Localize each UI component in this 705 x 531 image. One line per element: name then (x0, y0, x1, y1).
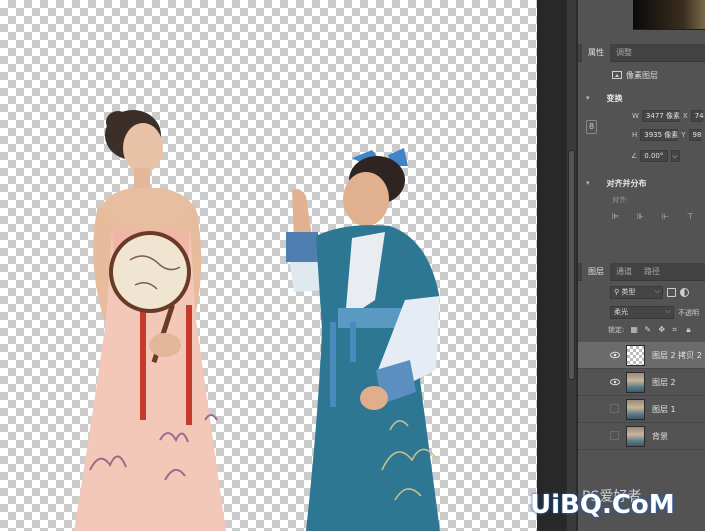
align-title: 对齐并分布 (606, 178, 647, 188)
girl-neck (134, 168, 150, 188)
tab-paths[interactable]: 路径 (638, 263, 666, 281)
gradient-preview (633, 0, 705, 30)
lock-label: 锁定: (608, 326, 625, 334)
right-panel: 属性 调整 像素图层 ▾ 变换 8 W 3477 像素 X 74 H 3935 … (578, 0, 705, 531)
layer-type-row: 像素图层 (578, 66, 705, 84)
filter-kind-select[interactable]: ⚲ 类型 (610, 286, 663, 299)
watermark-logo: UiBQ.CoM (530, 490, 675, 520)
align-center-icon[interactable]: ⊪ (637, 212, 644, 221)
y-field[interactable]: 98 (688, 129, 701, 141)
align-label-row: 对齐: (612, 195, 628, 205)
boy-belt-tassel-left (330, 322, 336, 407)
properties-tabs: 属性 调整 (578, 43, 705, 62)
search-icon: ⚲ (614, 288, 620, 296)
girl-hair-bun (106, 111, 130, 133)
layer-name: 背景 (652, 432, 668, 441)
layer-row[interactable]: 图层 2 拷贝 2 (578, 342, 705, 369)
angle-dropdown-icon[interactable]: ⌵ (671, 150, 681, 162)
lock-transparent-icon[interactable]: ▦ (630, 326, 638, 334)
layer-filter-row: ⚲ 类型 (610, 286, 689, 299)
tab-layers[interactable]: 图层 (582, 262, 610, 281)
lock-row: 锁定: ▦ ✎ ✥ ⌗ 🔒︎ (608, 325, 694, 335)
height-row: H 3935 像素 Y 98 (632, 129, 701, 141)
collapse-triangle-icon: ▾ (586, 94, 590, 102)
align-header[interactable]: ▾ 对齐并分布 (578, 175, 705, 191)
girl-red-ribbon-right (186, 305, 192, 425)
boy-belt-tassel-right (350, 322, 356, 362)
boy-raised-cuff (286, 232, 318, 262)
girl-face (123, 123, 163, 173)
transform-header[interactable]: ▾ 变换 (578, 90, 705, 106)
align-buttons: ⊫ ⊪ ⊩ ⊤ (612, 212, 694, 221)
canvas-gutter (537, 0, 565, 531)
layer-list: 图层 2 拷贝 2 图层 2 图层 1 背景 (578, 342, 705, 450)
pixel-layer-icon (612, 71, 622, 79)
eye-icon[interactable] (610, 350, 620, 360)
layer-name: 图层 2 (652, 378, 676, 387)
transform-title: 变换 (606, 93, 623, 103)
width-field[interactable]: 3477 像素 (641, 110, 680, 122)
canvas-vertical-scrollbar[interactable] (567, 0, 576, 531)
layer-thumbnail (626, 399, 645, 420)
canvas-figures (74, 110, 440, 531)
layer-thumbnail (626, 372, 645, 393)
layer-name: 图层 1 (652, 405, 676, 414)
filter-adjustment-icon[interactable] (680, 288, 689, 297)
boy-hand (360, 386, 388, 410)
collapse-triangle-icon: ▾ (586, 179, 590, 187)
align-left-icon[interactable]: ⊫ (612, 212, 619, 221)
girl-hands (149, 333, 181, 357)
x-field[interactable]: 74 (690, 110, 704, 122)
opacity-label: 不透明 (678, 308, 699, 317)
visibility-toggle[interactable] (610, 404, 619, 413)
angle-icon: ∠ (631, 152, 638, 160)
layer-name: 图层 2 拷贝 2 (652, 351, 702, 360)
angle-row: ∠ 0.00° ⌵ (631, 150, 681, 162)
angle-field[interactable]: 0.00° (640, 150, 669, 162)
layer-thumbnail (626, 426, 645, 447)
girl-red-ribbon-left (140, 310, 146, 420)
blend-row: 柔光 不透明 (610, 306, 699, 319)
align-right-icon[interactable]: ⊩ (662, 212, 669, 221)
height-field[interactable]: 3935 像素 (640, 129, 678, 141)
blend-mode-select[interactable]: 柔光 (610, 306, 674, 319)
align-label: 对齐: (612, 196, 629, 204)
filter-kind-value: 类型 (621, 288, 636, 296)
layer-row[interactable]: 图层 1 (578, 396, 705, 423)
visibility-toggle[interactable] (610, 431, 619, 440)
tab-channels[interactable]: 通道 (610, 263, 638, 281)
lock-artboard-icon[interactable]: ⌗ (672, 326, 680, 334)
align-top-icon[interactable]: ⊤ (687, 212, 694, 221)
lock-move-icon[interactable]: ✥ (658, 326, 666, 334)
lock-all-icon[interactable]: 🔒︎ (686, 326, 694, 334)
fan-face (113, 235, 187, 309)
scrollbar-thumb[interactable] (568, 150, 575, 380)
watermark: PS爱好者 UiBQ.CoM (530, 489, 705, 526)
height-label: H (632, 131, 638, 139)
layer-type-label: 像素图层 (626, 70, 658, 80)
layer-row[interactable]: 背景 (578, 423, 705, 450)
layers-tabs: 图层 通道 路径 (578, 262, 705, 281)
layer-row[interactable]: 图层 2 (578, 369, 705, 396)
layer-thumbnail (626, 345, 645, 366)
filter-pixel-icon[interactable] (667, 288, 676, 297)
tab-properties[interactable]: 属性 (582, 43, 610, 62)
link-dimensions-icon[interactable]: 8 (586, 120, 597, 134)
width-label: W (632, 112, 639, 120)
boy-face (343, 172, 389, 226)
lock-brush-icon[interactable]: ✎ (644, 326, 652, 334)
document-canvas[interactable] (0, 0, 537, 531)
tab-adjustments[interactable]: 调整 (610, 44, 638, 62)
x-label: X (682, 112, 688, 120)
y-label: Y (681, 131, 686, 139)
width-row: W 3477 像素 X 74 (632, 110, 704, 122)
eye-icon[interactable] (610, 377, 620, 387)
